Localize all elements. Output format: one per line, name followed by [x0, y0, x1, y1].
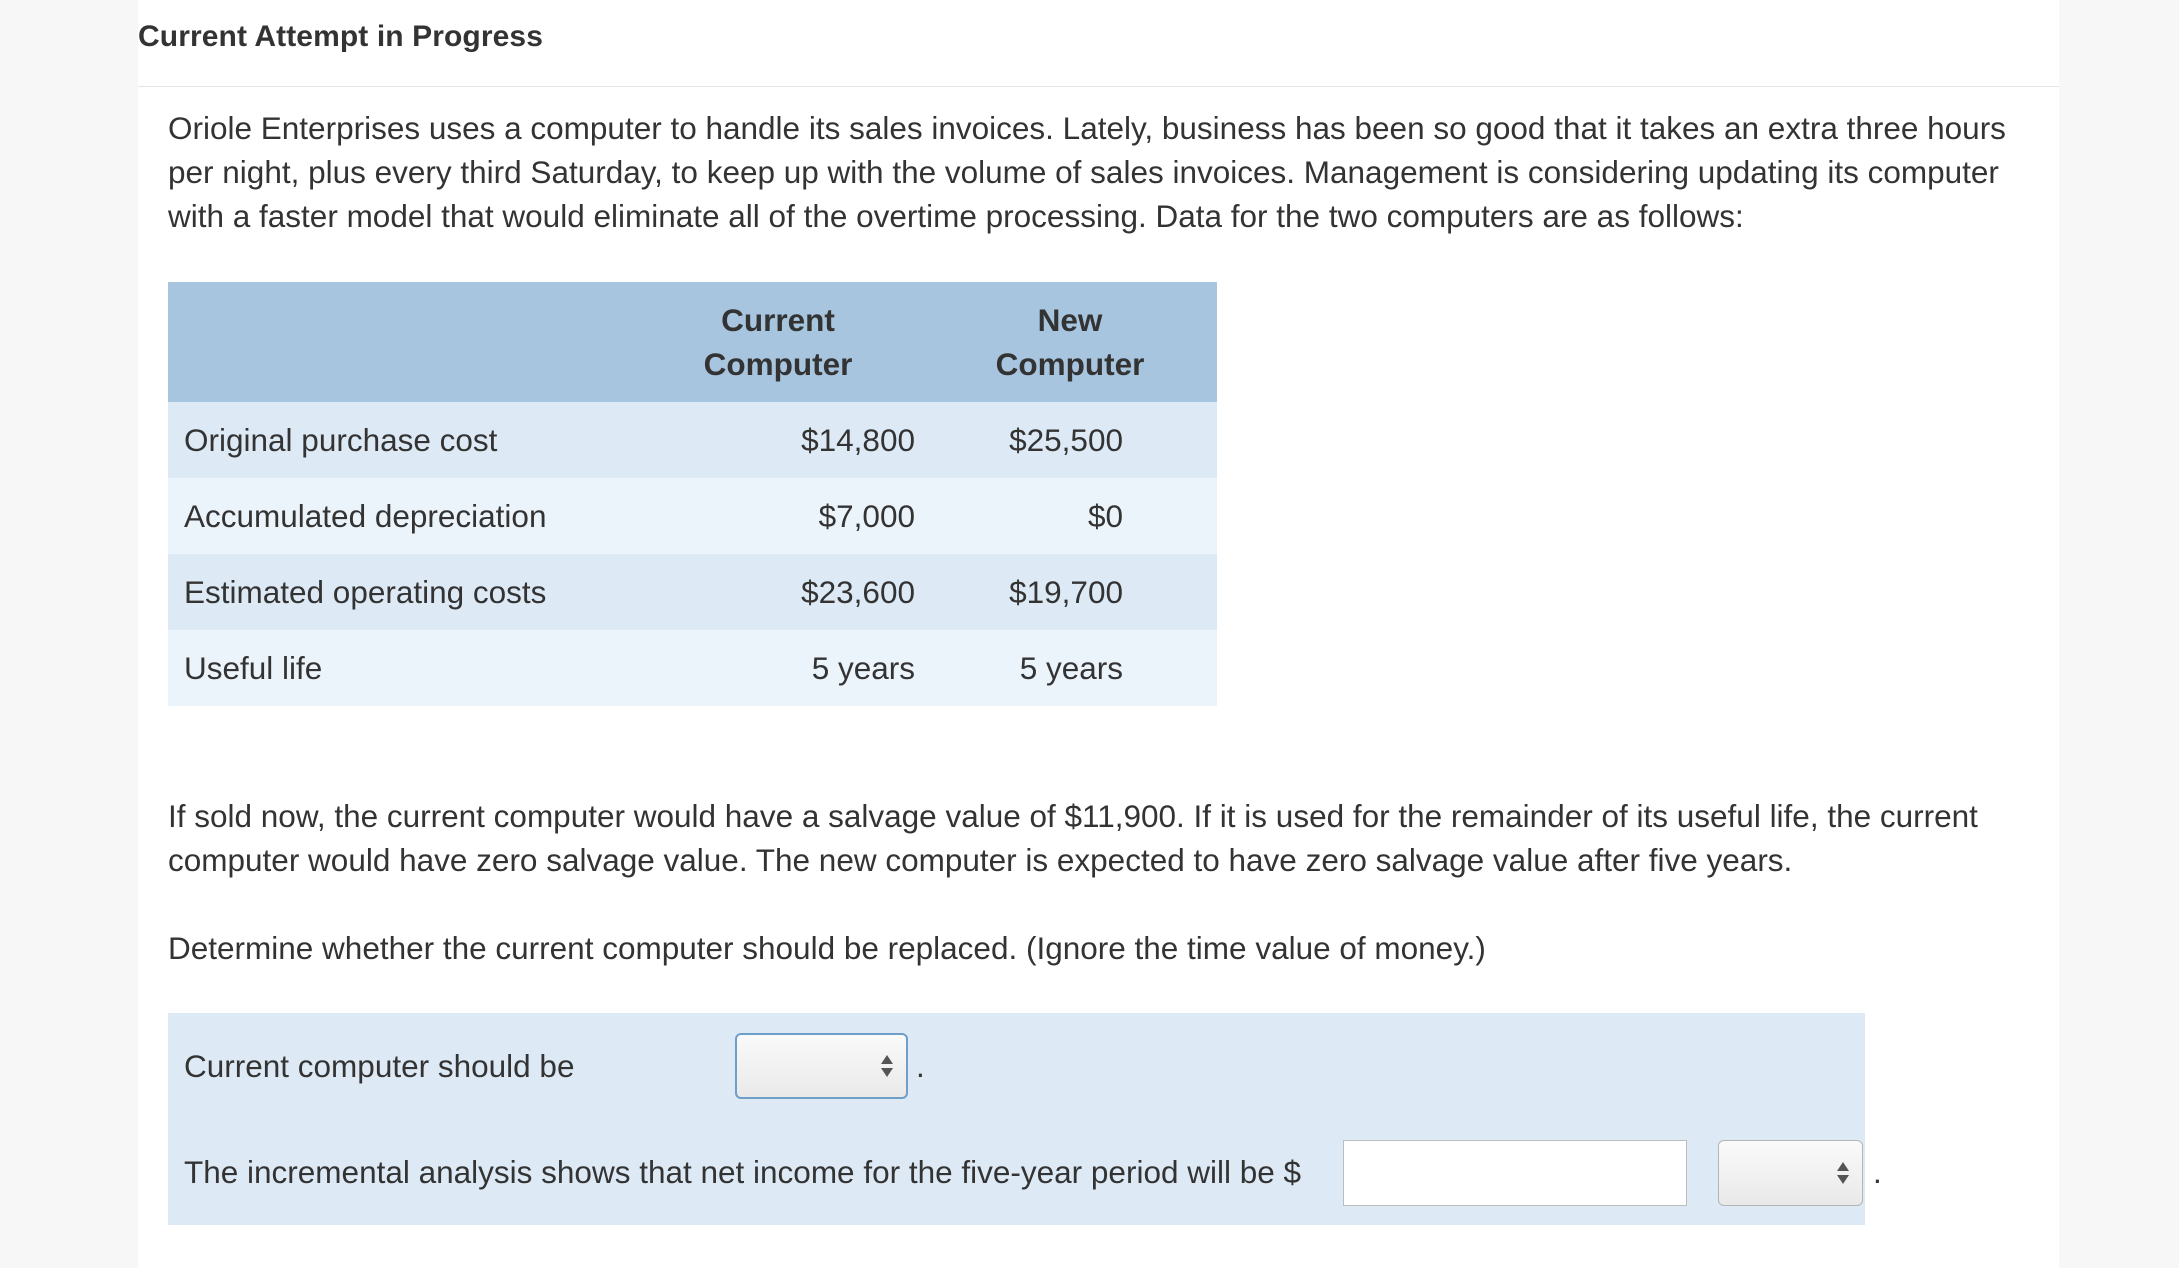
current-header-line2: Computer	[703, 346, 853, 382]
row-label: Original purchase cost	[184, 421, 498, 458]
problem-intro-text: Oriole Enterprises uses a computer to ha…	[168, 110, 2006, 234]
row-label: Accumulated depreciation	[184, 497, 547, 534]
new-computer-value: 5 years	[1019, 649, 1123, 686]
table-row: Accumulated depreciation $7,000 $0	[168, 478, 1217, 554]
net-income-amount-input[interactable]	[1343, 1140, 1687, 1206]
up-down-arrows-icon	[1836, 1161, 1850, 1185]
new-header-line2: Computer	[995, 346, 1145, 382]
table-row: Useful life 5 years 5 years	[168, 630, 1217, 706]
row-label: Useful life	[184, 649, 323, 686]
current-computer-value: $7,000	[818, 497, 915, 534]
net-income-label: The incremental analysis shows that net …	[184, 1154, 1302, 1190]
instruction-text: Determine whether the current computer s…	[168, 930, 1486, 966]
new-computer-value: $19,700	[1009, 573, 1123, 610]
header-divider	[138, 86, 2059, 87]
table-header-current-computer: Current Computer	[633, 282, 923, 402]
replace-decision-select[interactable]	[735, 1033, 908, 1099]
replace-decision-label: Current computer should be	[184, 1048, 575, 1084]
computer-data-table: Current Computer New Computer Original p…	[168, 282, 1217, 706]
table-header-new-computer: New Computer	[923, 282, 1217, 402]
answer-row-replace-decision: Current computer should be .	[168, 1013, 1865, 1119]
table-header-row: Current Computer New Computer	[168, 282, 1217, 402]
new-computer-value: $25,500	[1009, 421, 1123, 458]
current-computer-value: $23,600	[801, 573, 915, 610]
up-down-arrows-icon	[880, 1054, 894, 1078]
row-label: Estimated operating costs	[184, 573, 547, 610]
current-computer-value: $14,800	[801, 421, 915, 458]
answer-row-net-income: The incremental analysis shows that net …	[168, 1119, 1882, 1225]
net-income-direction-select[interactable]	[1718, 1140, 1863, 1206]
question-panel: Current Attempt in Progress Oriole Enter…	[138, 0, 2059, 1268]
sentence-period: .	[1873, 1154, 1882, 1190]
current-header-line1: Current	[721, 302, 835, 338]
new-header-line1: New	[1037, 302, 1103, 338]
table-row: Estimated operating costs $23,600 $19,70…	[168, 554, 1217, 630]
new-computer-value: $0	[1087, 497, 1123, 534]
attempt-status-heading: Current Attempt in Progress	[138, 20, 543, 53]
current-computer-value: 5 years	[811, 649, 915, 686]
table-row: Original purchase cost $14,800 $25,500	[168, 402, 1217, 478]
salvage-value-text: If sold now, the current computer would …	[168, 798, 1978, 878]
sentence-period: .	[916, 1048, 925, 1084]
table-header-blank	[168, 282, 633, 402]
